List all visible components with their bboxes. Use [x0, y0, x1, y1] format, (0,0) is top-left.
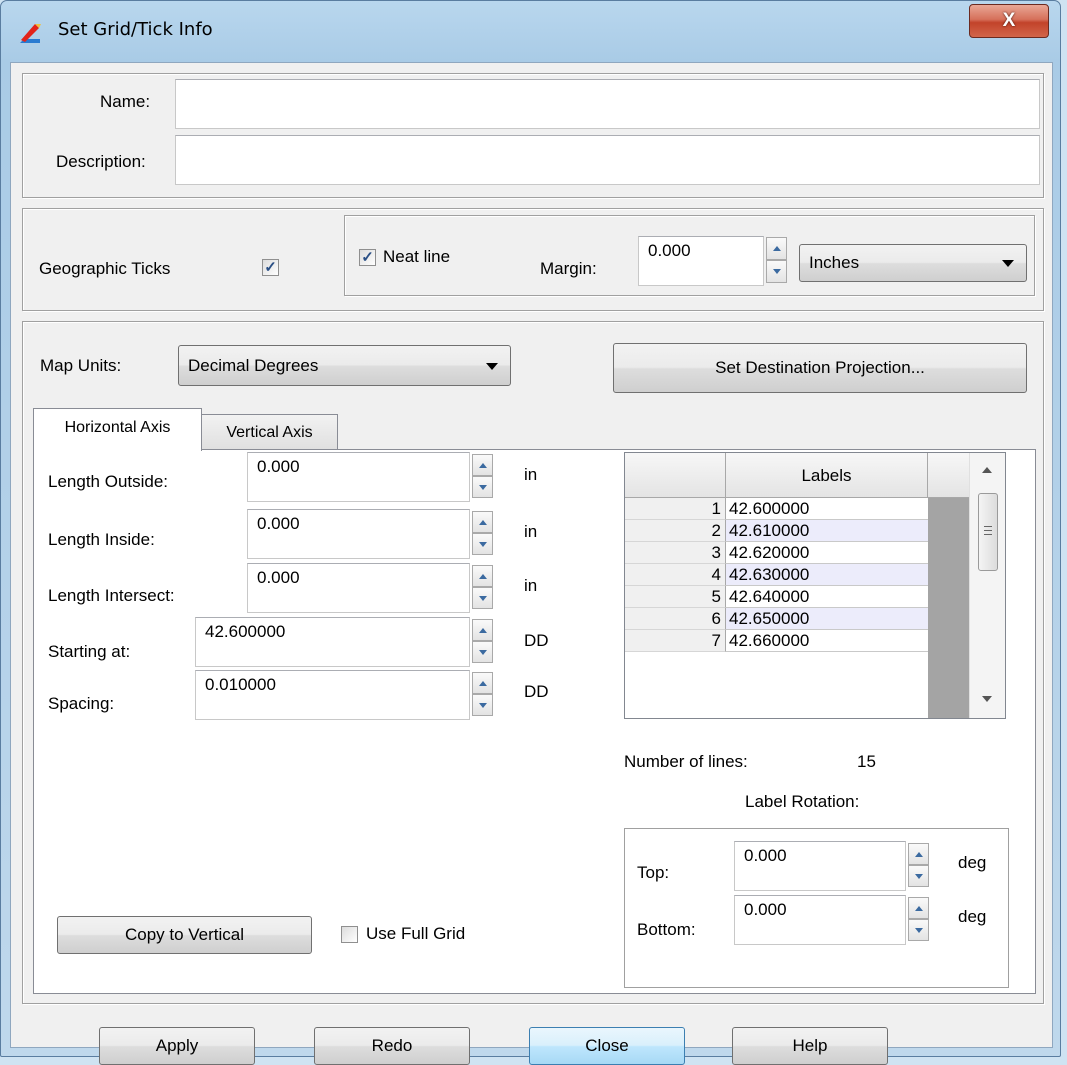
description-input[interactable]: [175, 135, 1040, 185]
table-scrollbar[interactable]: [969, 453, 1005, 718]
rotation-bottom-input[interactable]: 0.000: [734, 895, 906, 945]
chevron-down-icon: [486, 362, 498, 370]
number-of-lines-label: Number of lines:: [624, 752, 748, 771]
rotation-bottom-unit: deg: [958, 907, 987, 926]
set-destination-projection-button[interactable]: Set Destination Projection...: [613, 343, 1027, 393]
length-outside-label: Length Outside:: [48, 472, 169, 491]
rotation-top-spinner[interactable]: [908, 843, 929, 887]
length-inside-label: Length Inside:: [48, 530, 155, 549]
map-units-value: Decimal Degrees: [188, 356, 319, 375]
tab-horizontal-axis[interactable]: Horizontal Axis: [33, 408, 202, 451]
redo-button[interactable]: Redo: [314, 1027, 470, 1065]
length-outside-input[interactable]: 0.000: [247, 452, 470, 502]
length-intersect-label: Length Intersect:: [48, 586, 175, 605]
margin-spinner[interactable]: [766, 237, 787, 283]
help-button[interactable]: Help: [732, 1027, 888, 1065]
title-bar[interactable]: Set Grid/Tick Info X: [1, 1, 1060, 61]
row-number: 3: [625, 542, 726, 564]
margin-input[interactable]: 0.000: [638, 236, 764, 286]
row-number: 5: [625, 586, 726, 608]
use-full-grid-label: Use Full Grid: [366, 924, 466, 943]
label-cell[interactable]: 42.640000: [726, 586, 928, 608]
length-inside-unit: in: [524, 522, 538, 541]
row-number: 7: [625, 630, 726, 652]
neat-line-label: Neat line: [383, 247, 451, 266]
chevron-down-icon: [1002, 260, 1014, 267]
scroll-down-icon[interactable]: [982, 696, 992, 702]
margin-units-value: Inches: [809, 253, 860, 272]
neat-line-checkbox[interactable]: ✓: [359, 249, 376, 266]
rotation-bottom-label: Bottom:: [637, 920, 696, 939]
rotation-top-label: Top:: [637, 863, 670, 882]
use-full-grid-checkbox[interactable]: [341, 926, 358, 943]
label-cell[interactable]: 42.630000: [726, 564, 928, 586]
row-number: 2: [625, 520, 726, 542]
close-button[interactable]: Close: [529, 1027, 685, 1065]
label-cell[interactable]: 42.660000: [726, 630, 928, 652]
labels-column-header[interactable]: Labels: [726, 453, 928, 498]
length-intersect-spinner[interactable]: [472, 565, 493, 609]
rotation-top-unit: deg: [958, 853, 987, 872]
label-cell[interactable]: 42.620000: [726, 542, 928, 564]
tab-vertical-axis[interactable]: Vertical Axis: [202, 414, 338, 449]
map-units-select[interactable]: Decimal Degrees: [178, 345, 511, 386]
map-units-label: Map Units:: [40, 356, 122, 375]
copy-to-vertical-button[interactable]: Copy to Vertical: [57, 916, 312, 954]
starting-at-unit: DD: [524, 631, 549, 650]
row-number: 1: [625, 498, 726, 520]
app-icon: [18, 21, 42, 45]
table-gray-column: [928, 498, 969, 718]
length-outside-spinner[interactable]: [472, 454, 493, 498]
apply-button[interactable]: Apply: [99, 1027, 255, 1065]
extra-column-header: [928, 453, 969, 498]
window-title: Set Grid/Tick Info: [58, 19, 213, 40]
name-label: Name:: [100, 92, 151, 111]
label-cell[interactable]: 42.650000: [726, 608, 928, 630]
label-cell[interactable]: 42.600000: [726, 498, 928, 520]
name-input[interactable]: [175, 79, 1040, 129]
spacing-input[interactable]: 0.010000: [195, 670, 470, 720]
starting-at-input[interactable]: 42.600000: [195, 617, 470, 667]
labels-table[interactable]: Labels 1 42.600000 2 42.610000 3 42.6200…: [624, 452, 1006, 719]
label-cell[interactable]: 42.610000: [726, 520, 928, 542]
scroll-thumb[interactable]: [978, 493, 998, 571]
margin-units-select[interactable]: Inches: [799, 244, 1027, 282]
description-label: Description:: [56, 152, 146, 171]
spacing-label: Spacing:: [48, 694, 115, 713]
dialog-window: Set Grid/Tick Info X Name: Description: …: [0, 0, 1061, 1065]
scroll-up-icon[interactable]: [982, 467, 992, 473]
rotation-bottom-spinner[interactable]: [908, 897, 929, 941]
starting-at-label: Starting at:: [48, 642, 131, 661]
geographic-ticks-label: Geographic Ticks: [39, 259, 171, 278]
dialog-client: Name: Description: Geographic Ticks ✓ ✓ …: [10, 62, 1053, 1065]
spacing-unit: DD: [524, 682, 549, 701]
length-outside-unit: in: [524, 465, 538, 484]
row-number: 6: [625, 608, 726, 630]
margin-label: Margin:: [540, 259, 597, 278]
geographic-ticks-checkbox[interactable]: ✓: [262, 259, 279, 276]
label-rotation-title: Label Rotation:: [745, 792, 860, 811]
row-number: 4: [625, 564, 726, 586]
starting-at-spinner[interactable]: [472, 619, 493, 663]
rotation-top-input[interactable]: 0.000: [734, 841, 906, 891]
length-inside-spinner[interactable]: [472, 511, 493, 555]
close-window-button[interactable]: X: [969, 4, 1049, 38]
length-intersect-unit: in: [524, 576, 538, 595]
table-corner-header: [625, 453, 726, 498]
number-of-lines-value: 15: [857, 752, 876, 771]
length-intersect-input[interactable]: 0.000: [247, 563, 470, 613]
spacing-spinner[interactable]: [472, 672, 493, 716]
length-inside-input[interactable]: 0.000: [247, 509, 470, 559]
